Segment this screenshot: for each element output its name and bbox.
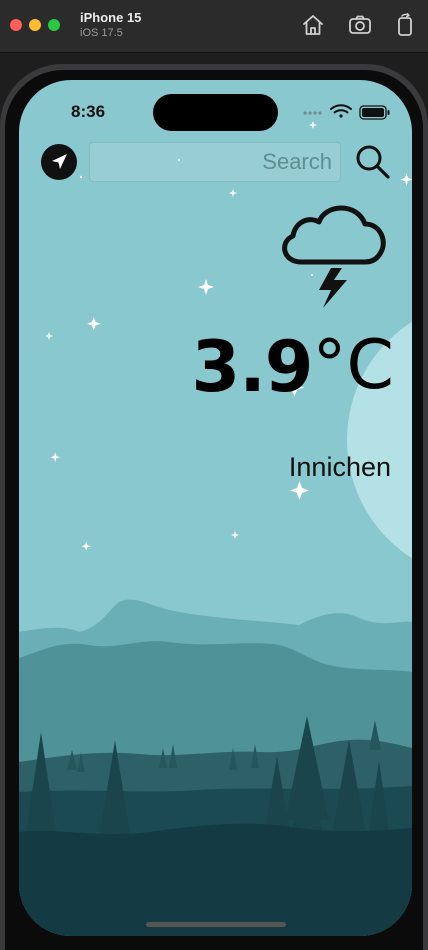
ground [19,823,412,936]
home-icon[interactable] [300,12,326,38]
signal-dots-icon [303,111,322,115]
search-icon[interactable] [353,142,393,182]
dynamic-island [153,94,278,131]
star [309,121,317,129]
star [198,279,214,295]
status-icons [303,104,390,120]
star [81,541,91,551]
status-time: 8:36 [71,102,106,121]
temperature-value: 3.9 [191,326,314,408]
star [50,452,60,462]
star [400,173,412,186]
zoom-window-button[interactable] [48,19,60,31]
temperature-unit: °C [312,326,394,405]
star [87,317,101,331]
star [290,481,309,500]
current-location-button[interactable] [41,144,77,180]
cloud-lightning-icon [282,205,386,308]
star [231,531,239,539]
city-name: Innichen [288,452,391,482]
simulator-titlebar: iPhone 15 iOS 17.5 [0,0,428,53]
star [229,189,237,197]
battery-icon [359,105,390,120]
location-arrow-icon [52,154,67,169]
home-indicator[interactable] [146,922,286,927]
device-name: iPhone 15 [80,10,142,25]
screenshot-icon[interactable] [347,12,373,38]
search-input[interactable] [89,142,341,182]
rotate-icon[interactable] [392,12,418,38]
temperature-display: 3.9°C [139,326,395,426]
os-version: iOS 17.5 [80,27,123,39]
phone-screen: 8:36 3.9°C Innichen [19,80,412,936]
star [45,332,53,340]
close-window-button[interactable] [10,19,22,31]
wifi-icon [330,104,352,118]
minimize-window-button[interactable] [29,19,41,31]
